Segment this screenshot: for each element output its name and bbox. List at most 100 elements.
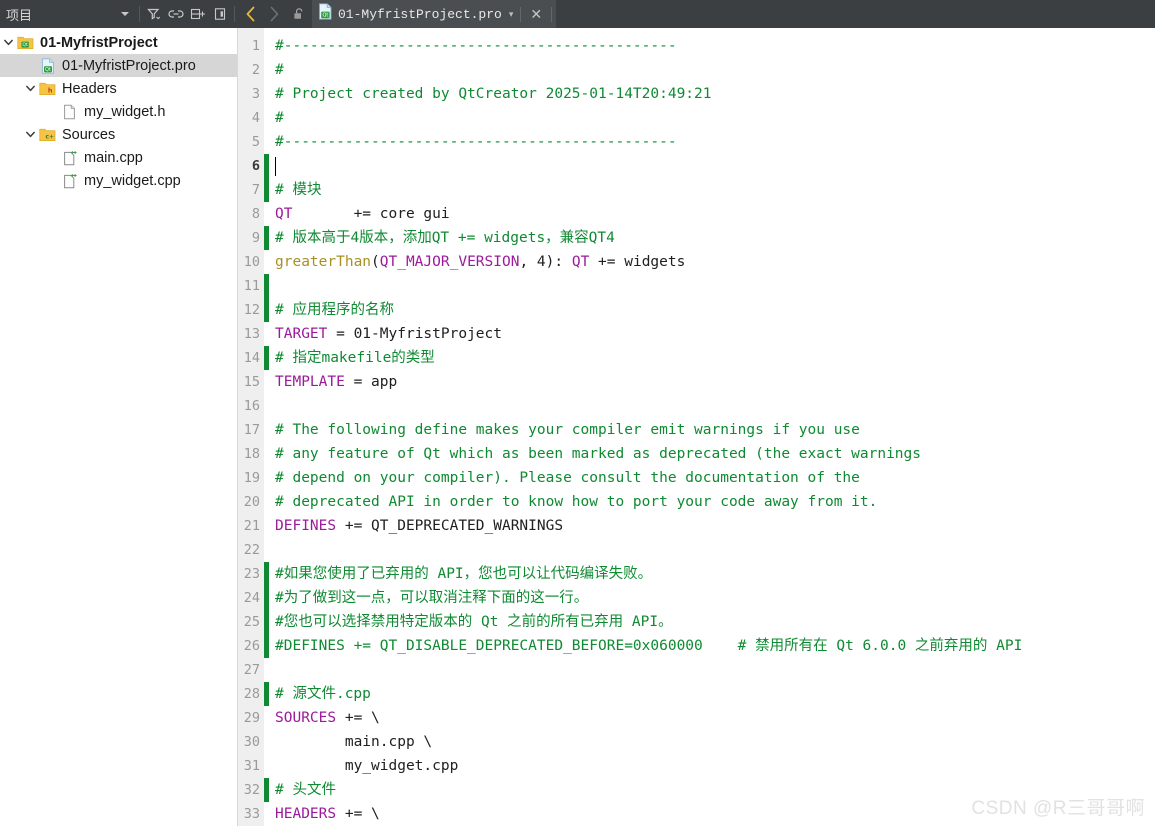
code-line: # The following define makes your compil…: [275, 418, 1155, 442]
svg-text:Qt: Qt: [45, 66, 51, 72]
line-number: 11: [243, 278, 260, 294]
code-token-pn: , 4):: [519, 254, 572, 270]
qt-pro-file-icon: Qt: [318, 3, 333, 25]
chevron-down-icon[interactable]: [22, 83, 38, 94]
tree-item-label: 01-MyfristProject.pro: [62, 57, 196, 74]
code-token-pn: += QT_DEPRECATED_WARNINGS: [336, 518, 564, 534]
filter-icon[interactable]: [143, 3, 165, 25]
tree-item-headers[interactable]: h Headers: [0, 77, 237, 100]
line-number: 29: [243, 710, 260, 726]
code-token-cm: # 头文件: [275, 782, 336, 798]
line-number: 32: [243, 782, 260, 798]
code-token-cm: #DEFINES += QT_DISABLE_DEPRECATED_BEFORE…: [275, 638, 1023, 654]
line-number: 21: [243, 518, 260, 534]
line-number: 10: [243, 254, 260, 270]
code-line: #如果您使用了已弃用的 API，您也可以让代码编译失败。: [275, 562, 1155, 586]
code-area[interactable]: #---------------------------------------…: [269, 28, 1155, 826]
code-line: TEMPLATE = app: [275, 370, 1155, 394]
tree-item-01-myfristproject[interactable]: Qt 01-MyfristProject: [0, 31, 237, 54]
unlocked-icon[interactable]: [286, 0, 312, 28]
line-number: 22: [243, 542, 260, 558]
code-token-pn: += core gui: [292, 206, 450, 222]
qt-pro-file-icon: Qt: [38, 57, 57, 74]
code-token-pn: = app: [344, 374, 398, 390]
nav-forward-icon[interactable]: [262, 0, 286, 28]
code-line: #您也可以选择禁用特定版本的 Qt 之前的所有已弃用 API。: [275, 610, 1155, 634]
line-number: 1: [251, 38, 260, 54]
tree-item-sources[interactable]: c+ Sources: [0, 123, 237, 146]
code-line: DEFINES += QT_DEPRECATED_WARNINGS: [275, 514, 1155, 538]
line-number: 24: [243, 590, 260, 606]
tree-item-main-cpp[interactable]: main.cpp: [0, 146, 237, 169]
code-line: # any feature of Qt which as been marked…: [275, 442, 1155, 466]
csdn-watermark: CSDN @R三哥哥啊: [971, 798, 1145, 819]
line-number: 6: [251, 158, 260, 174]
line-number: 33: [243, 806, 260, 822]
code-token-pn: += \: [336, 710, 380, 726]
code-token-pn: my_widget.cpp: [275, 758, 459, 774]
tree-item-my-widget-cpp[interactable]: my_widget.cpp: [0, 169, 237, 192]
code-token-fn: greaterThan: [275, 254, 372, 270]
link-icon[interactable]: [165, 3, 187, 25]
code-token-cm: #: [275, 62, 284, 78]
line-number: 12: [243, 302, 260, 318]
tree-item-label: Headers: [62, 80, 117, 97]
tab-divider-2: [551, 6, 553, 22]
code-token-kw: HEADERS: [275, 806, 337, 822]
code-token-pn: = 01-MyfristProject: [327, 326, 502, 342]
svg-text:Qt: Qt: [322, 12, 328, 18]
code-token-cm: # The following define makes your compil…: [275, 422, 860, 438]
code-token-cm: # 指定makefile的类型: [275, 350, 435, 366]
code-token-cm: #为了做到这一点，可以取消注释下面的这一行。: [275, 590, 589, 606]
tree-item-my-widget-h[interactable]: my_widget.h: [0, 100, 237, 123]
text-cursor: [275, 157, 276, 176]
project-tree[interactable]: Qt 01-MyfristProject Qt 01-MyfristProject.p…: [0, 28, 238, 826]
code-line: # 指定makefile的类型: [275, 346, 1155, 370]
line-number: 13: [243, 326, 260, 342]
code-line: # 应用程序的名称: [275, 298, 1155, 322]
code-line: # 源文件.cpp: [275, 682, 1155, 706]
line-number: 31: [243, 758, 260, 774]
code-token-pn: main.cpp \: [275, 734, 433, 750]
line-number: 7: [251, 182, 260, 198]
line-number: 23: [243, 566, 260, 582]
code-token-kw: SOURCES: [275, 710, 337, 726]
line-number: 18: [243, 446, 260, 462]
code-token-cm: # deprecated API in order to know how to…: [275, 494, 878, 510]
close-icon[interactable]: ✕: [526, 7, 546, 21]
headers-folder-icon: h: [38, 81, 57, 96]
svg-text:h: h: [48, 87, 53, 95]
project-panel-toolbar: 项目: [0, 0, 238, 28]
chevron-down-icon[interactable]: [0, 37, 16, 48]
line-number: 14: [243, 350, 260, 366]
line-number: 3: [251, 86, 260, 102]
line-number: 9: [251, 230, 260, 246]
editor-tab-01-myfristproject-pro[interactable]: Qt 01-MyfristProject.pro ▾ ✕: [312, 0, 557, 28]
line-number: 26: [243, 638, 260, 654]
nav-back-icon[interactable]: [238, 0, 262, 28]
chevron-down-icon[interactable]: [114, 3, 136, 25]
code-token-cm: # any feature of Qt which as been marked…: [275, 446, 922, 462]
header-file-icon: [60, 104, 79, 120]
code-line: main.cpp \: [275, 730, 1155, 754]
code-line: #: [275, 106, 1155, 130]
code-token-cm: #如果您使用了已弃用的 API，您也可以让代码编译失败。: [275, 566, 653, 582]
split-add-icon[interactable]: [187, 3, 209, 25]
code-token-kw: QT: [275, 206, 293, 222]
code-token-kw: QT: [571, 254, 590, 270]
code-token-pn: (: [371, 254, 380, 270]
line-number: 27: [243, 662, 260, 678]
cpp-file-icon: [60, 173, 79, 189]
tab-dropdown-icon[interactable]: ▾: [507, 9, 516, 20]
sidebar-toggle-icon[interactable]: [209, 3, 231, 25]
tree-item-01-myfristproject-pro[interactable]: Qt 01-MyfristProject.pro: [0, 54, 237, 77]
code-line: #---------------------------------------…: [275, 34, 1155, 58]
code-editor[interactable]: 1 2 3 4 5 6 7 8 9 10 11 12 13 14 15 16 17 18 19 20 21 22 23 24 2…: [238, 28, 1155, 826]
code-token-cm: # 版本高于4版本，添加QT += widgets，兼容QT4: [275, 230, 615, 246]
code-token-cm: #---------------------------------------…: [275, 38, 677, 54]
main-body: Qt 01-MyfristProject Qt 01-MyfristProject.p…: [0, 28, 1155, 826]
chevron-down-icon[interactable]: [22, 129, 38, 140]
tree-item-label: main.cpp: [84, 149, 143, 166]
